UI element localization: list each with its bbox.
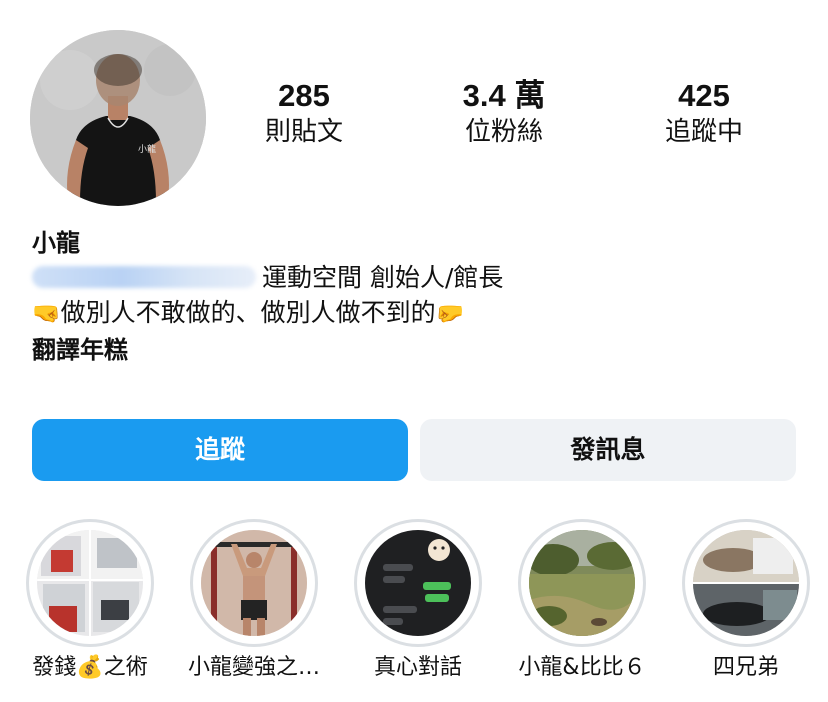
- highlight-item[interactable]: 真心對話: [336, 519, 500, 689]
- stat-followers[interactable]: 3.4 萬 位粉絲: [424, 78, 584, 150]
- profile-stats: 285 則貼文 3.4 萬 位粉絲 425 追蹤中: [0, 78, 828, 158]
- bio-line-1: 運動空間 創始人/館長: [32, 260, 792, 295]
- highlight-cover-office: [37, 530, 143, 636]
- highlight-label: 四兄弟: [712, 655, 779, 680]
- posts-label: 則貼文: [264, 117, 343, 147]
- followers-count: 3.4 萬: [462, 78, 546, 113]
- message-button[interactable]: 發訊息: [420, 419, 796, 481]
- highlight-cover-chat: [365, 530, 471, 636]
- highlight-label: 小龍變強之…: [187, 655, 320, 680]
- highlight-item[interactable]: 小龍變強之…: [172, 519, 336, 689]
- following-count: 425: [678, 78, 730, 113]
- highlight-label: 真心對話: [373, 655, 462, 680]
- highlight-ring: [26, 519, 154, 647]
- highlight-ring: [190, 519, 318, 647]
- highlight-ring: [518, 519, 646, 647]
- profile-name: 小龍: [32, 229, 80, 257]
- highlight-label: 小龍&比比６: [518, 655, 646, 680]
- blurred-tag-link[interactable]: [32, 266, 256, 288]
- highlight-item[interactable]: 小龍&比比６: [500, 519, 664, 689]
- following-label: 追蹤中: [664, 117, 743, 147]
- highlight-cover-workout: [201, 530, 307, 636]
- posts-count: 285: [278, 78, 330, 113]
- stat-following[interactable]: 425 追蹤中: [624, 78, 784, 150]
- highlight-ring: [682, 519, 810, 647]
- highlight-label: 發錢💰之術: [32, 655, 148, 680]
- bio-motto-text: 做別人不敢做的、做別人做不到的: [60, 298, 436, 327]
- translation-link[interactable]: 翻譯年糕: [32, 332, 792, 368]
- stat-posts: 285 則貼文: [224, 78, 384, 150]
- bio-line-2: 🤜做別人不敢做的、做別人做不到的🤛: [32, 295, 792, 332]
- bio-role-text: 運動空間 創始人/館長: [262, 263, 504, 292]
- followers-label: 位粉絲: [464, 117, 543, 147]
- follow-button[interactable]: 追蹤: [32, 419, 408, 481]
- left-fist-emoji-icon: 🤛: [435, 301, 465, 327]
- highlight-item[interactable]: 發錢💰之術: [8, 519, 172, 689]
- right-fist-emoji-icon: 🤜: [32, 301, 61, 327]
- highlight-cover-garden: [529, 530, 635, 636]
- highlight-cover-dogs: [693, 530, 799, 636]
- highlight-item[interactable]: 四兄弟: [664, 519, 828, 689]
- highlight-ring: [354, 519, 482, 647]
- profile-bio: 小龍 運動空間 創始人/館長 🤜做別人不敢做的、做別人做不到的🤛 翻譯年糕: [32, 226, 792, 368]
